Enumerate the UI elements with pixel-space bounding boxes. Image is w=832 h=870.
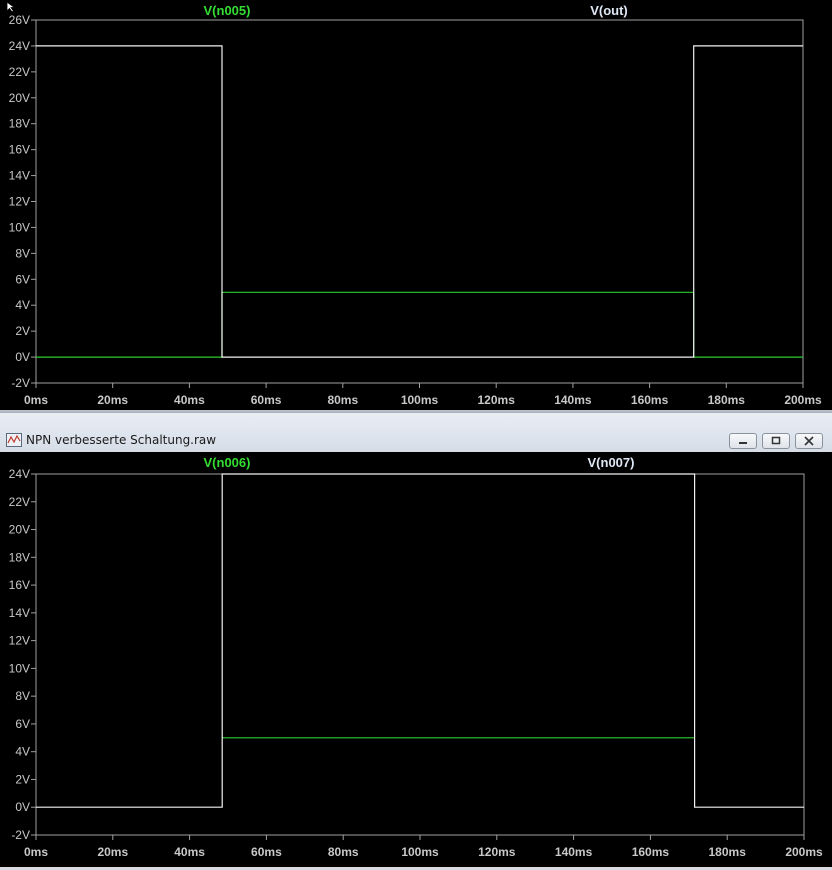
y-tick-label: 2V — [15, 324, 30, 338]
y-tick-label: 8V — [15, 689, 30, 703]
close-icon — [804, 436, 814, 446]
plot-pane-bottom[interactable]: -2V 0V 2V 4V 6V 8V 10V 12V 14V 16V 18V 20V 22V 24V 0ms… — [0, 452, 832, 867]
x-tick-label: 160ms — [632, 845, 670, 859]
x-tick-label: 100ms — [401, 845, 439, 859]
y-tick-label: 4V — [15, 298, 30, 312]
x-tick-label: 20ms — [97, 845, 128, 859]
waveform-plot-bottom[interactable]: -2V 0V 2V 4V 6V 8V 10V 12V 14V 16V 18V 20V 22V 24V 0ms… — [0, 452, 832, 867]
y-tick-label: 16V — [9, 578, 30, 592]
y-tick-label: 0V — [15, 800, 30, 814]
maximize-icon — [771, 436, 781, 445]
x-tick-label: 140ms — [554, 393, 592, 407]
trace-vn005 — [36, 291, 803, 358]
x-tick-label: 20ms — [97, 393, 128, 407]
x-tick-label: 60ms — [251, 393, 282, 407]
x-tick-label: 160ms — [631, 393, 669, 407]
waveform-viewer-icon — [6, 433, 22, 447]
y-tick-label: 8V — [15, 246, 30, 260]
trace-label-vn005[interactable]: V(n005) — [204, 3, 251, 18]
x-tick-label: 0ms — [24, 393, 48, 407]
close-button[interactable] — [795, 433, 823, 449]
minimize-button[interactable] — [729, 433, 757, 449]
y-tick-label: 2V — [15, 772, 30, 786]
y-tick-label: 12V — [9, 634, 30, 648]
y-tick-label: 18V — [9, 550, 30, 564]
x-tick-label: 80ms — [328, 845, 359, 859]
plot-window-titlebar[interactable]: NPN verbesserte Schaltung.raw — [0, 412, 832, 452]
x-tick-label: 40ms — [174, 845, 205, 859]
y-tick-label: 12V — [9, 195, 30, 209]
waveform-plot-top[interactable]: -2V0V2V4V6V8V10V12V14V16V18V20V22V24V26V… — [0, 0, 832, 410]
plot-frame — [35, 473, 805, 836]
x-tick-label: 60ms — [251, 845, 282, 859]
x-tick-label: 0ms — [24, 845, 48, 859]
x-tick-label: 40ms — [174, 393, 205, 407]
x-tick-label: 200ms — [785, 845, 823, 859]
x-tick-label: 80ms — [327, 393, 358, 407]
x-tick-label: 140ms — [555, 845, 593, 859]
trace-label-vout[interactable]: V(out) — [590, 3, 628, 18]
x-tick-label: 200ms — [784, 393, 822, 407]
plot-frame — [35, 19, 804, 384]
y-tick-label: 14V — [9, 169, 30, 183]
x-tick-label: 120ms — [478, 393, 516, 407]
y-tick-label: 22V — [9, 65, 30, 79]
y-tick-label: -2V — [11, 828, 30, 842]
x-tick-label: 180ms — [709, 845, 747, 859]
mouse-cursor-icon — [6, 0, 18, 18]
y-tick-label: 14V — [9, 606, 30, 620]
y-tick-label: 20V — [9, 523, 30, 537]
y-tick-label: 18V — [9, 117, 30, 131]
window-title: NPN verbesserte Schaltung.raw — [26, 433, 217, 447]
y-tick-label: 16V — [9, 143, 30, 157]
y-tick-label: 24V — [9, 39, 30, 53]
y-tick-label: 10V — [9, 220, 30, 234]
trace-label-vn007[interactable]: V(n007) — [588, 455, 635, 470]
y-tick-label: 10V — [9, 661, 30, 675]
maximize-button[interactable] — [762, 433, 790, 449]
x-tick-label: 100ms — [401, 393, 439, 407]
y-tick-label: 6V — [15, 717, 30, 731]
y-tick-label: -2V — [11, 376, 30, 390]
y-tick-label: 6V — [15, 272, 30, 286]
y-tick-label: 24V — [9, 467, 30, 481]
trace-vn007 — [36, 473, 804, 808]
y-tick-label: 4V — [15, 745, 30, 759]
trace-vout — [36, 45, 803, 358]
y-tick-label: 22V — [9, 495, 30, 509]
plot-pane-top[interactable]: -2V 0V 2V 4V 6V 8V 10V 12V 14V 16V 18V 20V 22V 24V 26V… — [0, 0, 832, 410]
trace-label-vn006[interactable]: V(n006) — [204, 455, 251, 470]
x-tick-label: 180ms — [708, 393, 746, 407]
x-tick-label: 120ms — [478, 845, 516, 859]
y-tick-label: 0V — [15, 350, 30, 364]
y-tick-label: 20V — [9, 91, 30, 105]
minimize-icon — [739, 442, 747, 444]
